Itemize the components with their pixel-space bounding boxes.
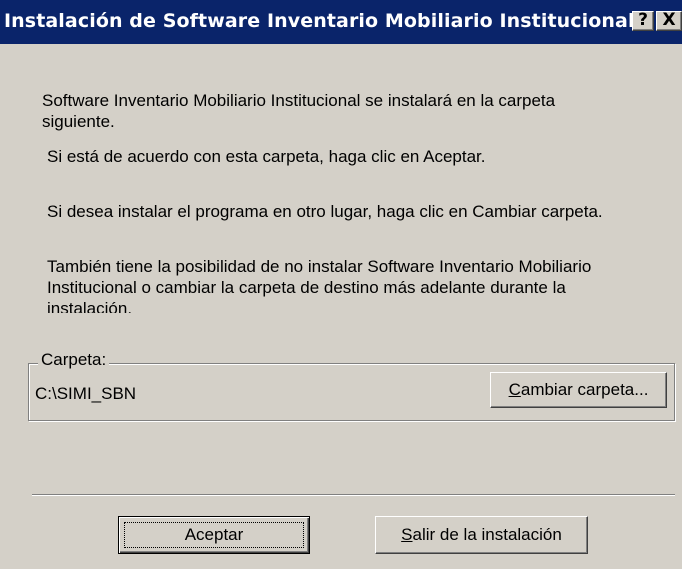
change-folder-hint-text: Si desea instalar el programa en otro lu… <box>47 202 603 221</box>
accept-button[interactable]: Aceptar <box>118 516 310 554</box>
change-folder-mnemonic: C <box>508 380 521 399</box>
help-button[interactable]: ? <box>632 11 654 31</box>
accept-hint-text: Si está de acuerdo con esta carpeta, hag… <box>47 147 486 166</box>
close-button[interactable]: X <box>656 11 682 31</box>
folder-group-label: Carpeta: <box>38 350 110 370</box>
exit-install-mnemonic: S <box>401 525 413 544</box>
title-bar[interactable]: Instalación de Software Inventario Mobil… <box>0 0 682 44</box>
install-location-text-cont: siguiente. <box>42 112 115 131</box>
install-location-text: Software Inventario Mobiliario Instituci… <box>42 91 556 110</box>
folder-path-value: C:\SIMI_SBN <box>35 384 137 403</box>
close-icon: X <box>662 10 676 30</box>
exit-install-button[interactable]: Salir de la instalación <box>375 516 588 554</box>
accept-button-label: Aceptar <box>184 525 244 544</box>
installer-dialog: Instalación de Software Inventario Mobil… <box>0 0 682 569</box>
window-title: Instalación de Software Inventario Mobil… <box>4 10 635 32</box>
skip-install-text-area: También tiene la posibilidad de no insta… <box>47 256 657 313</box>
skip-install-text-line3: instalación. <box>47 299 133 313</box>
change-folder-label: ambiar carpeta... <box>520 380 649 399</box>
change-folder-button[interactable]: Cambiar carpeta... <box>490 372 667 408</box>
separator-line <box>32 494 675 496</box>
help-icon: ? <box>638 10 648 30</box>
skip-install-text-line2: Institucional o cambiar la carpeta de de… <box>47 278 566 297</box>
skip-install-text-line1: También tiene la posibilidad de no insta… <box>47 257 592 276</box>
exit-install-label: alir de la instalación <box>412 525 562 544</box>
